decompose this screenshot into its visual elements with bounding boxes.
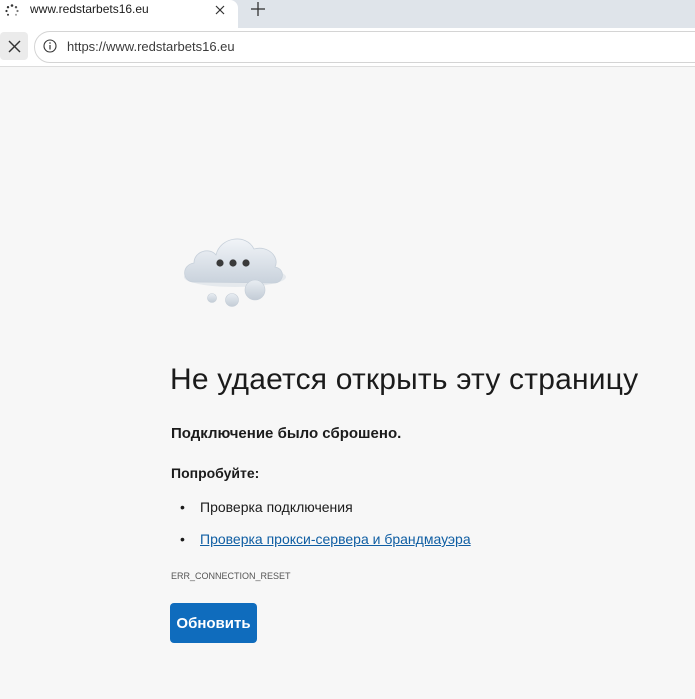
reload-button[interactable]: Обновить [170, 603, 257, 643]
suggestion-item: • Проверка прокси-сервера и брандмауэра [180, 531, 471, 547]
error-subtitle: Подключение было сброшено. [171, 425, 402, 442]
tab-title: www.redstarbets16.eu [30, 2, 149, 16]
new-tab-button[interactable] [247, 0, 269, 18]
url-text[interactable]: https://www.redstarbets16.eu [67, 39, 235, 54]
info-icon[interactable] [43, 39, 57, 53]
close-icon [8, 40, 20, 52]
bullet: • [180, 499, 185, 515]
tab-strip: www.redstarbets16.eu [0, 0, 695, 28]
suggestion-check-connection: Проверка подключения [200, 499, 353, 515]
address-bar[interactable]: https://www.redstarbets16.eu [34, 31, 695, 63]
browser-toolbar: https://www.redstarbets16.eu [0, 28, 695, 67]
loading-spinner-icon [5, 4, 19, 16]
plus-icon [251, 2, 265, 16]
suggestion-item: • Проверка подключения [180, 499, 353, 515]
cloud-icon [184, 238, 286, 307]
bullet: • [180, 531, 185, 547]
suggestion-check-proxy-link[interactable]: Проверка прокси-сервера и брандмауэра [200, 531, 471, 547]
error-code: ERR_CONNECTION_RESET [171, 571, 291, 581]
try-label: Попробуйте: [171, 465, 260, 481]
error-page: Не удается открыть эту страницу Подключе… [0, 67, 695, 699]
error-heading: Не удается открыть эту страницу [170, 363, 639, 396]
tab-close-button[interactable] [212, 2, 228, 18]
browser-tab[interactable]: www.redstarbets16.eu [0, 0, 238, 28]
close-icon [215, 5, 225, 15]
stop-loading-button[interactable] [0, 32, 28, 60]
